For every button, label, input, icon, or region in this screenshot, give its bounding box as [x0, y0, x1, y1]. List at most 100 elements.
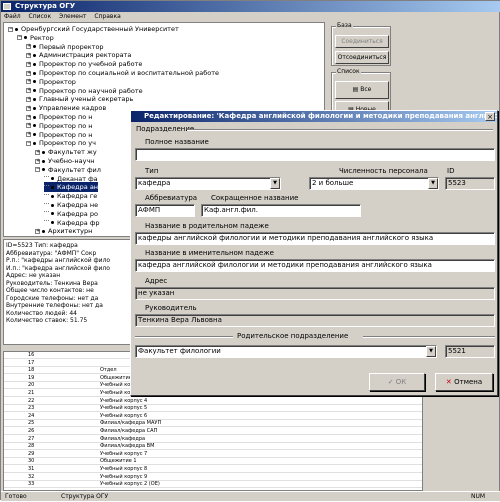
table-row[interactable]: 28 Филиал/кафедра ВМ — [4, 443, 422, 451]
staff-select[interactable]: 2 и больше ▼ — [309, 177, 439, 190]
expand-icon[interactable]: + — [26, 123, 31, 129]
table-row[interactable]: 30 Общежитие 1 — [4, 458, 422, 466]
table-row[interactable]: 29 Учебный корпус 7 — [4, 450, 422, 458]
expand-icon[interactable]: + — [26, 61, 31, 67]
dialog-title: Редактирование: 'Кафедра английской фило… — [144, 112, 497, 120]
tree-node[interactable]: + Архитектурн — [35, 226, 92, 236]
node-bullet-icon — [33, 124, 36, 128]
row-label: Учебный корпус 5 — [100, 405, 148, 412]
base-group: База Соединиться Отсоединиться — [331, 22, 391, 66]
expand-icon[interactable]: + — [26, 96, 31, 102]
node-bullet-icon — [51, 177, 54, 181]
edit-dialog: Редактирование: 'Кафедра английской фило… — [130, 110, 498, 396]
menu-file[interactable]: Файл — [1, 12, 24, 21]
table-row[interactable]: 23 Учебный корпус 5 — [4, 405, 422, 413]
status-tab[interactable]: Структура ОГУ — [61, 492, 108, 502]
tree-node-label: Факультет жу — [48, 148, 97, 157]
tree-node-label: Оренбургский Государственный Университет — [21, 25, 179, 33]
ok-label: ОК — [395, 378, 407, 386]
expand-icon[interactable]: − — [26, 140, 31, 146]
table-row[interactable]: 31 Учебный корпус 8 — [4, 466, 422, 473]
expand-icon[interactable]: + — [26, 70, 31, 76]
table-row[interactable]: 33 Учебный корпус 2 (ОЕ) — [4, 481, 422, 489]
abbr-field[interactable]: АФМП — [135, 204, 195, 217]
expand-icon[interactable]: + — [35, 228, 40, 234]
table-row[interactable]: 32 Учебный корпус 9 — [4, 474, 422, 481]
leaf-line-icon[interactable] — [44, 184, 49, 190]
expand-icon[interactable]: + — [26, 52, 31, 58]
expand-icon[interactable]: + — [26, 44, 31, 50]
expand-icon[interactable]: + — [35, 158, 40, 164]
expand-icon[interactable]: − — [8, 26, 13, 32]
table-row[interactable]: 26 Филиал/кафедра САП — [4, 428, 422, 435]
row-label: Филиал/кафедра — [100, 435, 146, 442]
parent-select[interactable]: Факультет филологии ▼ — [135, 345, 437, 358]
close-icon[interactable]: × — [485, 112, 495, 121]
list-group-title: Список — [336, 68, 361, 75]
tree-node-label: Первый проректор — [39, 42, 104, 51]
row-number: 17 — [28, 359, 35, 366]
expand-icon[interactable]: − — [17, 35, 22, 41]
expand-icon[interactable]: + — [26, 114, 31, 120]
tree-node-label: Факультет фил — [48, 165, 101, 174]
tree-node-label: Кафедра ге — [57, 192, 98, 201]
menu-list[interactable]: Список — [26, 12, 55, 21]
menu-bar: Файл Список Элемент Справка — [1, 12, 500, 21]
table-row[interactable]: 27 Филиал/кафедра — [4, 435, 422, 443]
row-label: Филиал/кафедра ВМ — [100, 443, 155, 450]
expand-icon[interactable]: + — [26, 88, 31, 94]
short-name-field[interactable]: Каф.англ.фил. — [201, 204, 361, 217]
expand-icon[interactable]: + — [35, 149, 40, 155]
table-row[interactable]: 22 Учебный корпус 4 — [4, 398, 422, 405]
all-button[interactable]: ▤ Все — [335, 81, 389, 99]
connect-button[interactable]: Соединиться — [335, 35, 389, 48]
expand-icon[interactable]: + — [26, 132, 31, 138]
tree-node-label: Проректор по н — [39, 113, 93, 121]
type-select[interactable]: кафедра ▼ — [135, 177, 281, 190]
check-icon: ✓ — [387, 378, 396, 386]
leaf-line-icon[interactable] — [44, 211, 49, 216]
menu-element[interactable]: Элемент — [56, 12, 89, 21]
row-number: 31 — [28, 466, 35, 472]
dialog-title-bar[interactable]: Редактирование: 'Кафедра английской фило… — [131, 111, 497, 122]
chevron-down-icon[interactable]: ▼ — [428, 178, 438, 189]
chevron-down-icon[interactable]: ▼ — [270, 178, 280, 189]
table-row[interactable]: 25 Филиал/кафедра МАУП — [4, 420, 422, 428]
leaf-line-icon[interactable] — [44, 176, 49, 181]
row-number: 16 — [28, 352, 35, 358]
disconnect-button[interactable]: Отсоединиться — [335, 51, 389, 64]
window-title: Структура ОГУ — [15, 2, 76, 10]
tree-node-label: Проректор по учебной работе — [39, 60, 143, 69]
ok-button[interactable]: ✓ ОК — [369, 373, 425, 391]
nominative-field[interactable]: кафедра английской филологии и методики … — [135, 259, 495, 272]
tree-node-label: Администрация ректората — [39, 51, 132, 60]
expand-icon[interactable]: + — [26, 79, 31, 85]
node-bullet-icon — [33, 97, 36, 101]
window-title-bar[interactable]: Структура ОГУ — [1, 1, 500, 12]
chevron-down-icon[interactable]: ▼ — [426, 346, 436, 357]
id-label: ID — [447, 167, 455, 175]
nominative-label: Название в именительном падеже — [145, 249, 274, 257]
leaf-line-icon[interactable] — [44, 202, 49, 208]
full-name-field[interactable] — [135, 148, 495, 161]
menu-help[interactable]: Справка — [91, 12, 123, 21]
status-num: NUM — [471, 493, 486, 500]
short-name-label: Сокращенное название — [211, 194, 299, 202]
expand-icon[interactable]: − — [35, 167, 40, 173]
row-number: 19 — [28, 374, 35, 381]
expand-icon[interactable]: + — [26, 105, 31, 111]
row-number: 26 — [28, 428, 35, 434]
tree-node-label: Проректор по уч — [39, 139, 96, 148]
table-row[interactable]: 24 Учебный корпус 6 — [4, 413, 422, 420]
tree-node-label: Проректор по н — [39, 130, 93, 139]
cancel-button[interactable]: ✕ Отмена — [435, 373, 493, 391]
section-label: Подразделение — [136, 125, 195, 133]
leaf-line-icon[interactable] — [44, 220, 49, 225]
row-number: 18 — [28, 367, 35, 374]
row-label: Учебный корпус 7 — [100, 450, 148, 457]
leaf-line-icon[interactable] — [44, 193, 49, 199]
node-bullet-icon — [33, 80, 36, 84]
genitive-field[interactable]: кафедры английской филологии и методики … — [135, 232, 495, 245]
tree-node-label: Архитектурн — [48, 227, 93, 236]
tree-node-label: Проректор — [39, 77, 76, 86]
